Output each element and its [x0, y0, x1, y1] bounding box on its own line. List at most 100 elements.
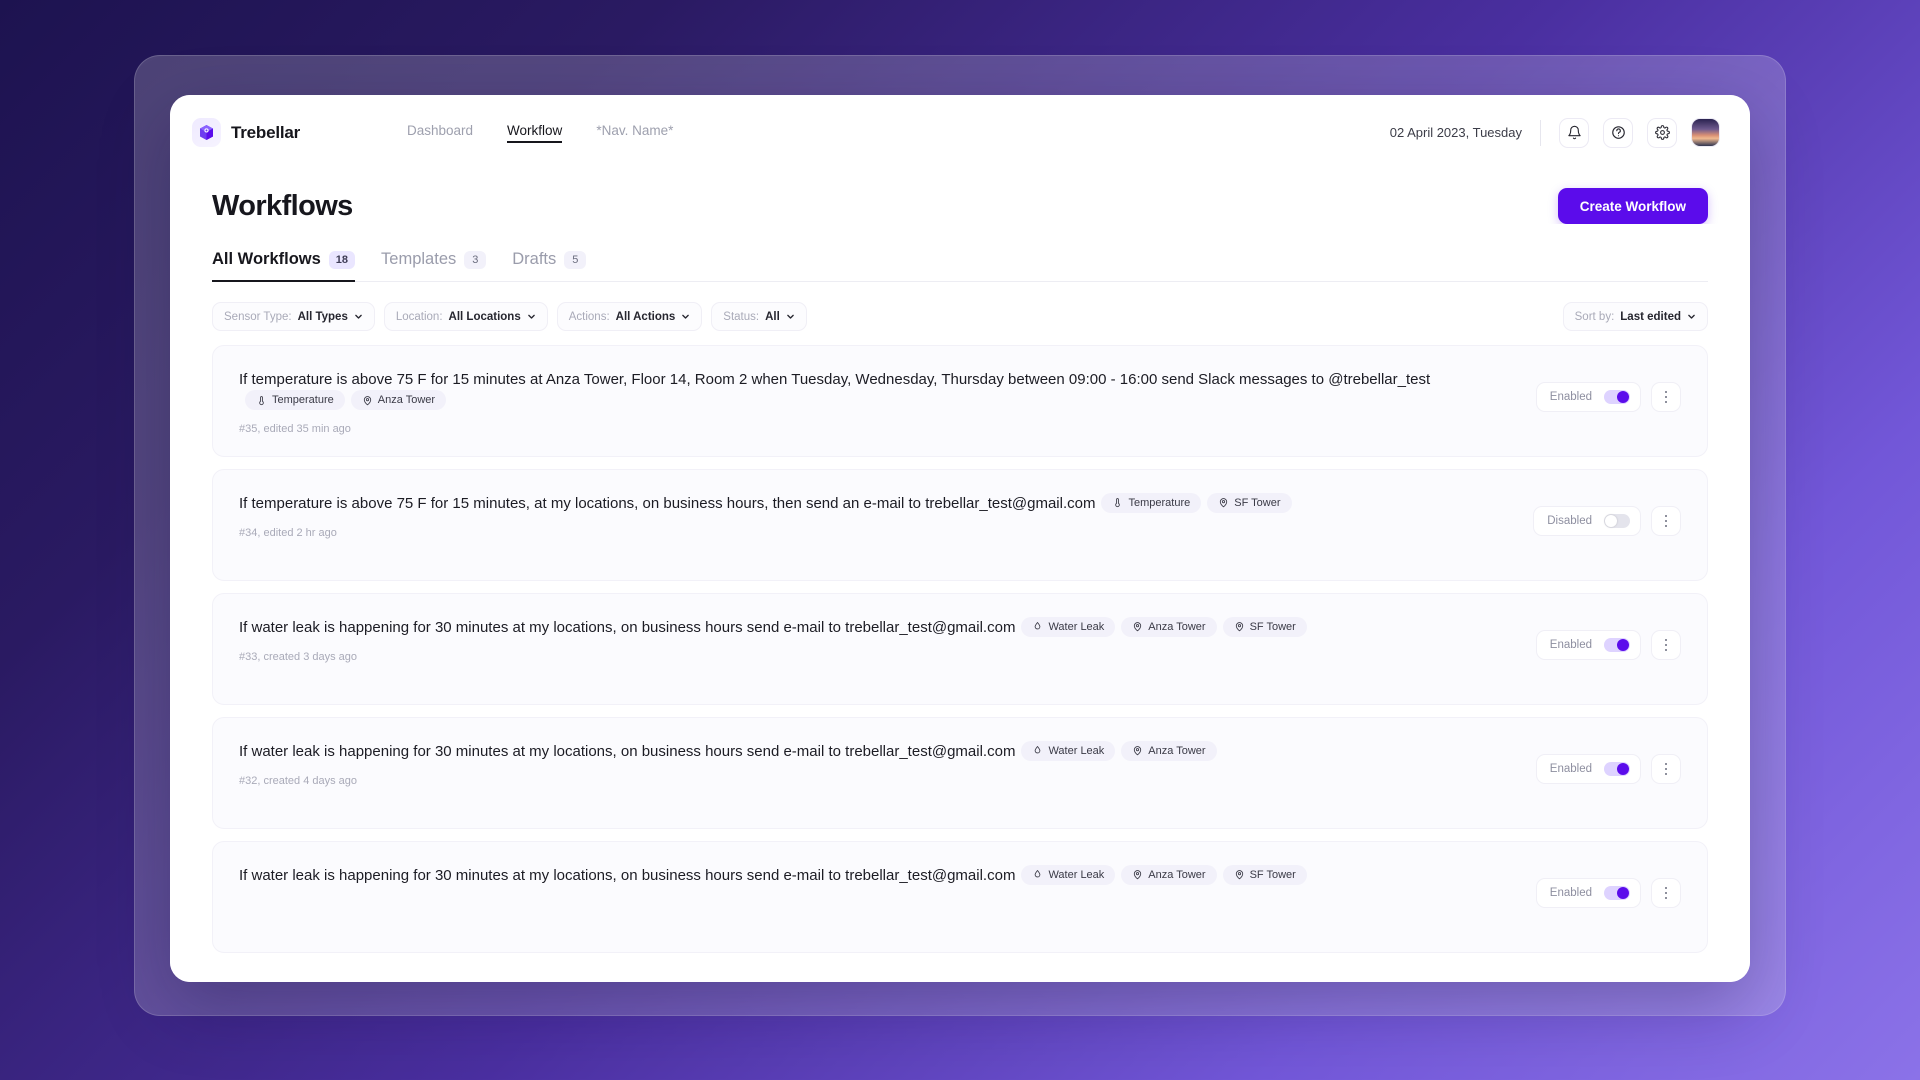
workflow-tag[interactable]: SF Tower	[1207, 492, 1292, 513]
filter-actions[interactable]: Actions: All Actions	[556, 302, 703, 331]
workflow-tag[interactable]: Water Leak	[1021, 864, 1116, 885]
workflow-tag[interactable]: SF Tower	[1222, 616, 1307, 637]
workflow-status-label: Enabled	[1549, 763, 1592, 775]
workflow-tag-label: Anza Tower	[1148, 620, 1206, 633]
thermometer-icon	[1115, 498, 1121, 508]
tab-all-workflows[interactable]: All Workflows 18	[212, 250, 356, 282]
workflow-tag[interactable]: Water Leak	[1021, 740, 1116, 761]
workflow-description-line: If water leak is happening for 30 minute…	[239, 616, 1516, 639]
map-pin-icon	[1134, 622, 1142, 632]
filter-label: Actions:	[568, 310, 610, 323]
toggle-switch[interactable]	[1604, 638, 1630, 652]
map-pin-icon	[1220, 498, 1228, 508]
workflow-card-body: If temperature is above 75 F for 15 minu…	[239, 492, 1533, 539]
page-header: Workflows Create Workflow	[170, 170, 1750, 224]
tab-templates[interactable]: Templates 3	[381, 250, 487, 281]
workflow-status-label: Enabled	[1549, 887, 1592, 899]
chevron-down-icon	[527, 314, 535, 319]
filter-value: All Actions	[615, 310, 676, 323]
workflow-tag[interactable]: Anza Tower	[1121, 616, 1217, 637]
filter-location[interactable]: Location: All Locations	[383, 302, 548, 331]
filter-label: Location:	[395, 310, 443, 323]
map-pin-icon	[1235, 622, 1243, 632]
workflow-tag[interactable]: Anza Tower	[350, 390, 447, 411]
workflow-more-options-icon[interactable]	[1651, 506, 1681, 536]
workflow-status-toggle[interactable]: Enabled	[1535, 382, 1641, 412]
workflow-description: If water leak is happening for 30 minute…	[239, 743, 1016, 760]
gear-icon[interactable]	[1647, 117, 1677, 148]
nav-item-workflow[interactable]: Workflow	[507, 123, 563, 143]
workflow-tags: Water Leak Anza Tower	[1015, 740, 1217, 761]
nav-item-placeholder[interactable]: *Nav. Name*	[596, 123, 673, 143]
tab-label: Templates	[381, 250, 457, 268]
workflow-tag-label: Water Leak	[1048, 868, 1105, 881]
help-circle-icon[interactable]	[1603, 117, 1633, 148]
workflow-card[interactable]: If water leak is happening for 30 minute…	[212, 593, 1708, 705]
workflow-card-controls: Disabled	[1533, 492, 1681, 536]
workflow-description: If water leak is happening for 30 minute…	[239, 619, 1016, 636]
filter-status[interactable]: Status: All	[711, 302, 807, 331]
workflow-status-toggle[interactable]: Enabled	[1535, 878, 1641, 908]
bell-icon[interactable]	[1559, 117, 1589, 148]
workflow-card-controls: Enabled	[1535, 368, 1681, 412]
workflow-status-toggle[interactable]: Enabled	[1535, 754, 1641, 784]
workflow-status-toggle[interactable]: Disabled	[1533, 506, 1641, 536]
workflow-meta: #33, created 3 days ago	[239, 651, 358, 664]
toggle-knob	[1605, 515, 1617, 527]
workflow-meta: #34, edited 2 hr ago	[239, 527, 337, 540]
workflow-card-controls: Enabled	[1535, 740, 1681, 784]
toggle-switch[interactable]	[1604, 514, 1630, 528]
workflow-tag-label: SF Tower	[1249, 620, 1296, 633]
thermometer-icon	[259, 395, 264, 405]
workflow-description: If temperature is above 75 F for 15 minu…	[239, 371, 1431, 388]
workflow-tag[interactable]: Anza Tower	[1121, 740, 1217, 761]
page-title: Workflows	[212, 189, 353, 222]
workflow-tag[interactable]: Water Leak	[1021, 616, 1116, 637]
chevron-down-icon	[787, 314, 794, 319]
workflow-meta: #35, edited 35 min ago	[239, 423, 351, 436]
workflow-card[interactable]: If water leak is happening for 30 minute…	[212, 841, 1708, 953]
workflow-card-body: If water leak is happening for 30 minute…	[239, 864, 1536, 887]
app-window: Trebellar Dashboard Workflow *Nav. Name*…	[170, 95, 1750, 982]
workflow-card[interactable]: If temperature is above 75 F for 15 minu…	[212, 345, 1708, 457]
workflow-more-options-icon[interactable]	[1651, 382, 1681, 412]
tab-drafts[interactable]: Drafts 5	[512, 250, 587, 281]
workflow-status-label: Disabled	[1547, 515, 1592, 527]
workflow-meta: #32, created 4 days ago	[239, 775, 358, 788]
workflow-tag[interactable]: SF Tower	[1222, 864, 1307, 885]
workflow-tag-label: SF Tower	[1249, 868, 1296, 881]
workflow-more-options-icon[interactable]	[1651, 630, 1681, 660]
toggle-switch[interactable]	[1604, 390, 1630, 404]
workflow-tag-label: Temperature	[272, 394, 334, 407]
nav-item-dashboard[interactable]: Dashboard	[407, 123, 473, 143]
workflow-description: If temperature is above 75 F for 15 minu…	[239, 495, 1096, 512]
filter-sensor-type[interactable]: Sensor Type: All Types	[212, 302, 375, 331]
workflow-tag[interactable]: Temperature	[1101, 492, 1202, 513]
filter-value: All	[765, 310, 780, 323]
workflow-status-toggle[interactable]: Enabled	[1535, 630, 1641, 660]
workflow-card[interactable]: If temperature is above 75 F for 15 minu…	[212, 469, 1708, 581]
tab-count-badge: 18	[328, 250, 356, 269]
toggle-switch[interactable]	[1604, 762, 1630, 776]
workflow-tag[interactable]: Temperature	[245, 390, 345, 411]
workflow-more-options-icon[interactable]	[1651, 754, 1681, 784]
divider	[1540, 119, 1541, 146]
sort-by-dropdown[interactable]: Sort by: Last edited	[1562, 302, 1708, 331]
workflow-more-options-icon[interactable]	[1651, 878, 1681, 908]
tab-count-badge: 5	[564, 250, 587, 269]
workflow-description-line: If water leak is happening for 30 minute…	[239, 864, 1516, 887]
map-pin-icon	[1235, 870, 1243, 880]
workflow-tag[interactable]: Anza Tower	[1121, 864, 1217, 885]
workflow-description: If water leak is happening for 30 minute…	[239, 867, 1016, 884]
user-avatar[interactable]	[1691, 118, 1720, 147]
filter-bar: Sensor Type: All Types Location: All Loc…	[212, 282, 1708, 345]
toggle-switch[interactable]	[1604, 886, 1630, 900]
brand[interactable]: Trebellar	[192, 118, 407, 147]
workflow-card-controls: Enabled	[1535, 864, 1681, 908]
workflow-tag-label: Anza Tower	[1148, 868, 1206, 881]
brand-name: Trebellar	[231, 122, 301, 142]
tab-label: Drafts	[512, 250, 557, 268]
create-workflow-button[interactable]: Create Workflow	[1557, 188, 1708, 224]
workflow-card[interactable]: If water leak is happening for 30 minute…	[212, 717, 1708, 829]
workflow-description-line: If temperature is above 75 F for 15 minu…	[239, 368, 1516, 411]
